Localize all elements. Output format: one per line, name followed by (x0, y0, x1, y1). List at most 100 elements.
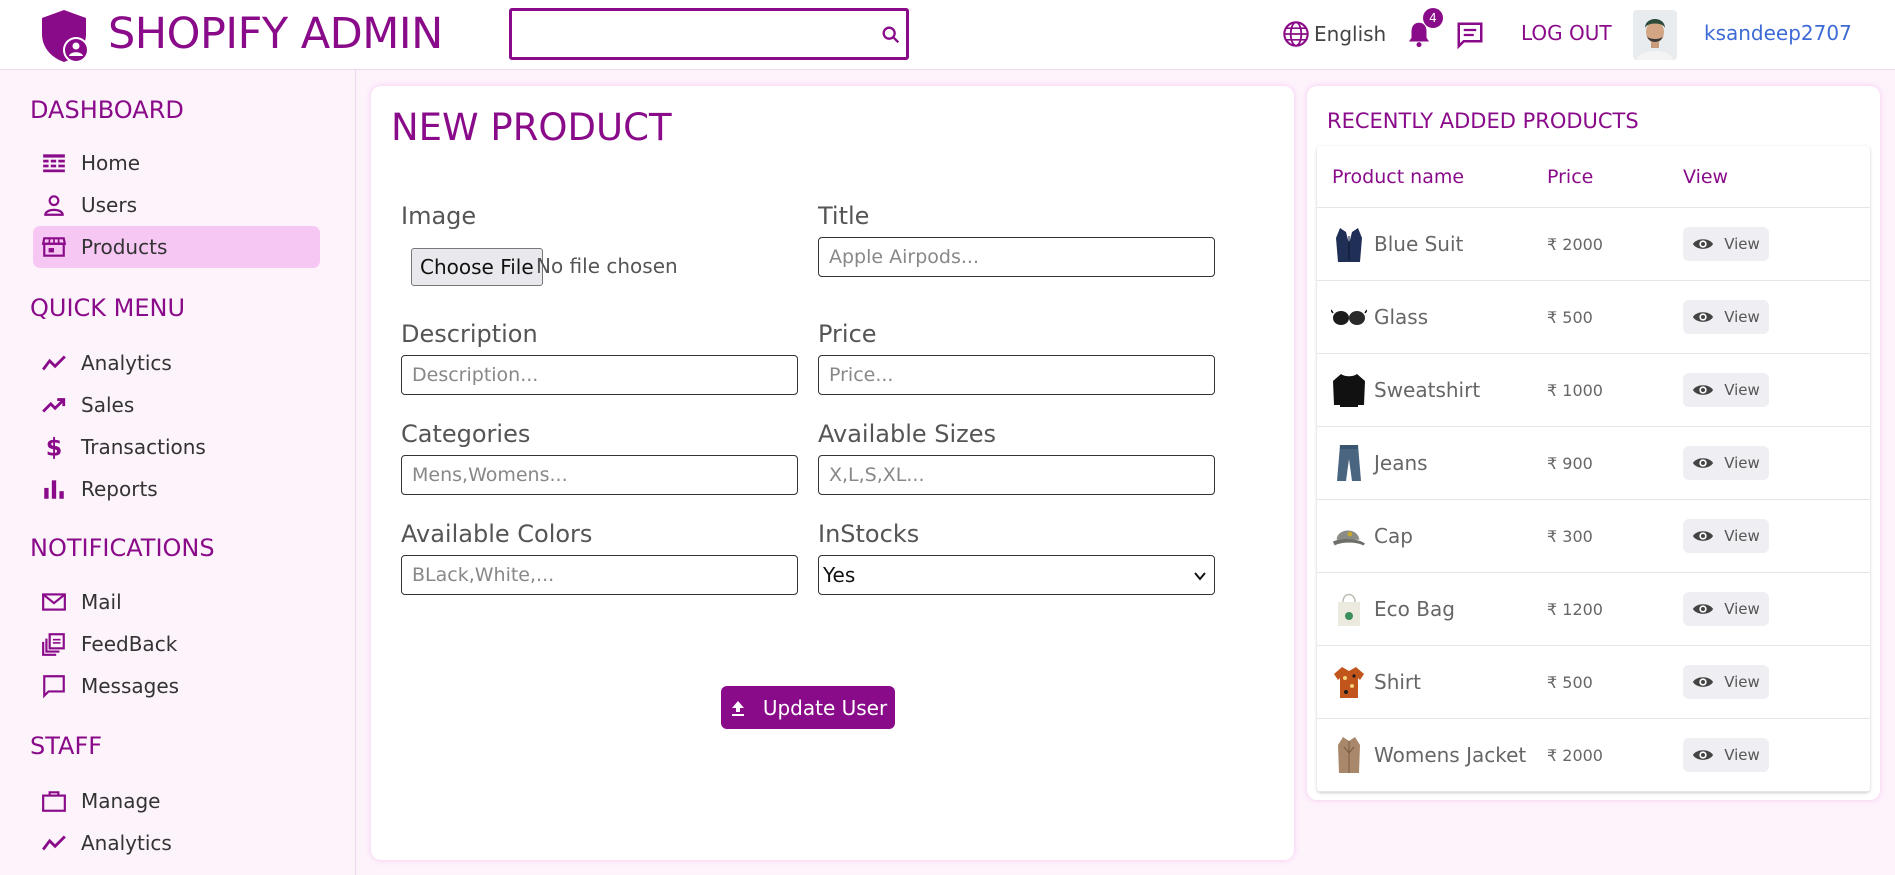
eye-icon (1693, 312, 1714, 322)
search-icon[interactable] (880, 24, 902, 46)
product-price: ₹ 900 (1547, 453, 1593, 473)
product-thumbnail (1331, 442, 1367, 484)
instock-select[interactable]: Yes (818, 555, 1215, 595)
briefcase-icon (42, 791, 66, 812)
view-button[interactable]: View (1683, 373, 1769, 407)
avatar[interactable] (1633, 10, 1677, 60)
sidebar-item-label: Messages (81, 674, 180, 698)
view-button[interactable]: View (1683, 227, 1769, 261)
title-label: Title (818, 202, 870, 230)
sidebar-item-label: Reports (81, 477, 158, 501)
product-price: ₹ 300 (1547, 526, 1593, 546)
update-user-button[interactable]: Update User (721, 686, 895, 729)
recent-products-title: RECENTLY ADDED PRODUCTS (1327, 109, 1639, 133)
sidebar-item-manage[interactable]: Manage (33, 780, 320, 822)
product-name: Womens Jacket (1374, 743, 1527, 767)
price-input[interactable] (818, 355, 1215, 395)
sidebar-item-staff-analytics[interactable]: Analytics (33, 822, 320, 864)
sidebar-item-label: Mail (81, 590, 122, 614)
product-name: Jeans (1374, 451, 1428, 475)
search-box[interactable] (509, 8, 909, 60)
product-name: Shirt (1374, 670, 1421, 694)
library-icon (42, 633, 65, 656)
sidebar-item-label: Sales (81, 393, 135, 417)
sidebar-item-analytics[interactable]: Analytics (33, 342, 320, 384)
description-input[interactable] (401, 355, 798, 395)
product-thumbnail (1331, 296, 1367, 338)
description-label: Description (401, 320, 538, 348)
username-link[interactable]: ksandeep2707 (1704, 21, 1852, 45)
view-button[interactable]: View (1683, 519, 1769, 553)
sidebar-item-label: Manage (81, 789, 161, 813)
view-button[interactable]: View (1683, 446, 1769, 480)
line-chart-icon (42, 835, 66, 851)
view-label: View (1724, 673, 1760, 691)
eye-icon (1693, 677, 1714, 687)
view-button[interactable]: View (1683, 738, 1769, 772)
search-input[interactable] (518, 17, 858, 51)
eye-icon (1693, 750, 1714, 760)
table-row: Cap ₹ 300 View (1317, 500, 1870, 573)
recent-products-card: RECENTLY ADDED PRODUCTS Product name Pri… (1307, 86, 1880, 800)
view-button[interactable]: View (1683, 592, 1769, 626)
product-name: Cap (1374, 524, 1413, 548)
choose-file-button[interactable]: Choose File (411, 248, 543, 286)
sidebar-item-mail[interactable]: Mail (33, 581, 320, 623)
sidebar-item-transactions[interactable]: $ Transactions (33, 426, 320, 468)
chevron-down-icon (1194, 572, 1206, 581)
sidebar-item-users[interactable]: Users (33, 184, 320, 226)
person-icon (44, 195, 64, 216)
sidebar-item-products[interactable]: Products (33, 226, 320, 268)
product-price: ₹ 2000 (1547, 745, 1603, 765)
table-row: Sweatshirt ₹ 1000 View (1317, 354, 1870, 427)
shield-user-icon (42, 10, 89, 63)
logout-button[interactable]: LOG OUT (1521, 21, 1612, 45)
table-row: Eco Bag ₹ 1200 View (1317, 573, 1870, 646)
sidebar-item-messages[interactable]: Messages (33, 665, 320, 707)
product-price: ₹ 500 (1547, 672, 1593, 692)
colors-label: Available Colors (401, 520, 593, 548)
sidebar-item-label: FeedBack (81, 632, 178, 656)
product-name: Sweatshirt (1374, 378, 1481, 402)
sidebar: DASHBOARD Home Users Products QUICK MENU… (0, 70, 356, 875)
colors-input[interactable] (401, 555, 798, 595)
sidebar-item-reports[interactable]: Reports (33, 468, 320, 510)
view-button[interactable]: View (1683, 665, 1769, 699)
product-thumbnail (1331, 369, 1367, 411)
product-name: Glass (1374, 305, 1429, 329)
sidebar-item-feedback[interactable]: FeedBack (33, 623, 320, 665)
language-selector[interactable]: English (1282, 20, 1386, 48)
chat-bubble-icon (43, 675, 65, 699)
section-title-quick-menu: QUICK MENU (30, 294, 186, 322)
table-row: Womens Jacket ₹ 2000 View (1317, 719, 1870, 792)
table-row: Jeans ₹ 900 View (1317, 427, 1870, 500)
sizes-input[interactable] (818, 455, 1215, 495)
price-label: Price (818, 320, 877, 348)
view-label: View (1724, 308, 1760, 326)
view-button[interactable]: View (1683, 300, 1769, 334)
eye-icon (1693, 385, 1714, 395)
sidebar-item-home[interactable]: Home (33, 142, 320, 184)
product-price: ₹ 2000 (1547, 234, 1603, 254)
product-thumbnail (1331, 515, 1367, 557)
chat-icon[interactable] (1455, 20, 1485, 50)
sizes-label: Available Sizes (818, 420, 997, 448)
title-input[interactable] (818, 237, 1215, 277)
top-bar: SHOPIFY ADMIN English 4 LOG OUT ksandeep… (0, 0, 1895, 70)
sidebar-item-label: Analytics (81, 351, 172, 375)
sidebar-item-label: Users (81, 193, 138, 217)
instock-label: InStocks (818, 520, 920, 548)
sidebar-item-sales[interactable]: Sales (33, 384, 320, 426)
eye-icon (1693, 531, 1714, 541)
categories-input[interactable] (401, 455, 798, 495)
trending-up-icon (42, 398, 66, 413)
product-price: ₹ 1200 (1547, 599, 1603, 619)
categories-label: Categories (401, 420, 531, 448)
eye-icon (1693, 458, 1714, 468)
language-label: English (1314, 22, 1387, 46)
image-label: Image (401, 202, 477, 230)
product-thumbnail (1331, 661, 1367, 703)
line-chart-icon (42, 355, 66, 371)
eye-icon (1693, 604, 1714, 614)
mail-icon (42, 593, 66, 611)
